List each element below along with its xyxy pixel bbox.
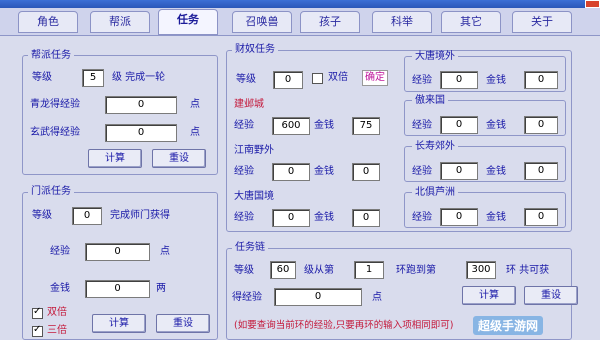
tab-task[interactable]: 任务 — [158, 9, 218, 35]
jianye-money-input[interactable]: 75 — [352, 117, 380, 135]
gang-reset-button[interactable]: 重设 — [152, 149, 206, 168]
chain-task-title: 任务链 — [232, 242, 268, 254]
datang-guojing-title: 大唐国境 — [234, 191, 274, 202]
changshou-exp-input[interactable]: 0 — [440, 162, 478, 180]
beiju-exp-label: 经验 — [412, 212, 432, 223]
sect-money-input[interactable]: 0 — [85, 280, 150, 298]
close-button[interactable] — [585, 0, 600, 8]
jiangnan-title: 江南野外 — [234, 145, 274, 156]
bandit-level-label: 等级 — [236, 74, 256, 85]
bandit-double-checkbox[interactable] — [312, 73, 323, 84]
tab-summon[interactable]: 召唤兽 — [232, 11, 292, 33]
triple-checkbox[interactable] — [32, 324, 43, 337]
changshou-exp-label: 经验 — [412, 166, 432, 177]
datang-jingwai-title: 大唐境外 — [412, 51, 458, 63]
chain-to-label: 环跑到第 — [396, 265, 436, 276]
title-bar — [0, 0, 600, 8]
aolai-exp-input[interactable]: 0 — [440, 116, 478, 134]
chain-to-input[interactable]: 300 — [466, 261, 496, 279]
jiangnan-money-input[interactable]: 0 — [352, 163, 380, 181]
gang-calc-button[interactable]: 计算 — [88, 149, 142, 168]
tab-gang[interactable]: 帮派 — [90, 11, 150, 33]
sect-exp-unit: 点 — [160, 246, 170, 257]
chain-from-input[interactable]: 1 — [354, 261, 384, 279]
chain-get-exp-unit: 点 — [372, 292, 382, 303]
tab-role[interactable]: 角色 — [18, 11, 78, 33]
sect-money-label: 金钱 — [50, 283, 70, 294]
beiju-money-input[interactable]: 0 — [524, 208, 558, 226]
tab-other[interactable]: 其它 — [441, 11, 501, 33]
double-label: 双倍 — [47, 307, 67, 318]
tab-about[interactable]: 关于 — [512, 11, 572, 33]
datang-guojing-exp-label: 经验 — [234, 212, 254, 223]
sect-money-unit: 两 — [156, 283, 166, 294]
tab-child[interactable]: 孩子 — [300, 11, 360, 33]
chain-get-exp-label: 得经验 — [232, 292, 262, 303]
chain-note: (如要查询当前环的经验,只要再环的输入项相同即可) — [234, 320, 454, 331]
beiju-title: 北俱芦洲 — [412, 187, 458, 199]
datang-jingwai-exp-input[interactable]: 0 — [440, 71, 478, 89]
xuanwu-exp-label: 玄武得经验 — [30, 127, 80, 138]
datang-guojing-exp-input[interactable]: 0 — [272, 209, 310, 227]
triple-label: 三倍 — [47, 325, 67, 336]
aolai-money-input[interactable]: 0 — [524, 116, 558, 134]
xuanwu-exp-unit: 点 — [190, 127, 200, 138]
sect-task-title: 门派任务 — [28, 186, 74, 198]
xuanwu-exp-input[interactable]: 0 — [105, 124, 177, 142]
sect-level-suffix: 完成师门获得 — [110, 210, 170, 221]
sect-exp-label: 经验 — [50, 246, 70, 257]
bandit-confirm-button[interactable]: 确定 — [362, 70, 388, 86]
sect-level-input[interactable]: 0 — [72, 207, 102, 225]
sect-level-label: 等级 — [32, 210, 52, 221]
chain-calc-button[interactable]: 计算 — [462, 286, 516, 305]
aolai-title: 傲来国 — [412, 95, 448, 107]
qinglong-exp-label: 青龙得经验 — [30, 99, 80, 110]
qinglong-exp-unit: 点 — [190, 99, 200, 110]
tab-exam[interactable]: 科举 — [372, 11, 432, 33]
sect-calc-button[interactable]: 计算 — [92, 314, 146, 333]
changshou-money-label: 金钱 — [486, 166, 506, 177]
bandit-double-label: 双倍 — [328, 72, 348, 83]
datang-jingwai-money-label: 金钱 — [486, 75, 506, 86]
aolai-exp-label: 经验 — [412, 120, 432, 131]
chain-reset-button[interactable]: 重设 — [524, 286, 578, 305]
jianye-money-label: 金钱 — [314, 120, 334, 131]
changshou-money-input[interactable]: 0 — [524, 162, 558, 180]
sect-reset-button[interactable]: 重设 — [156, 314, 210, 333]
datang-guojing-money-label: 金钱 — [314, 212, 334, 223]
changshou-title: 长寿郊外 — [412, 141, 458, 153]
chain-get-exp-input[interactable]: 0 — [274, 288, 362, 306]
bandit-task-title: 财奴任务 — [232, 44, 278, 56]
gang-level-label: 等级 — [32, 72, 52, 83]
jiangnan-exp-label: 经验 — [234, 166, 254, 177]
sect-exp-input[interactable]: 0 — [85, 243, 150, 261]
jianye-exp-label: 经验 — [234, 120, 254, 131]
bandit-level-input[interactable]: 0 — [273, 71, 303, 89]
qinglong-exp-input[interactable]: 0 — [105, 96, 177, 114]
double-checkbox[interactable] — [32, 306, 43, 319]
chain-from-label: 级从第 — [304, 265, 334, 276]
gang-task-title: 帮派任务 — [28, 50, 74, 62]
datang-jingwai-money-input[interactable]: 0 — [524, 71, 558, 89]
gang-level-input[interactable]: 5 — [82, 69, 104, 87]
datang-jingwai-exp-label: 经验 — [412, 75, 432, 86]
aolai-money-label: 金钱 — [486, 120, 506, 131]
beiju-money-label: 金钱 — [486, 212, 506, 223]
tab-bar: 角色 帮派 任务 召唤兽 孩子 科举 其它 关于 — [0, 8, 600, 36]
chain-level-input[interactable]: 60 — [270, 261, 296, 279]
gang-level-suffix: 级 完成一轮 — [112, 72, 166, 83]
jianye-exp-input[interactable]: 600 — [272, 117, 310, 135]
watermark-logo: 超级手游网 — [473, 316, 544, 335]
beiju-exp-input[interactable]: 0 — [440, 208, 478, 226]
jianye-title: 建邺城 — [234, 99, 264, 110]
jiangnan-exp-input[interactable]: 0 — [272, 163, 310, 181]
jiangnan-money-label: 金钱 — [314, 166, 334, 177]
datang-guojing-money-input[interactable]: 0 — [352, 209, 380, 227]
chain-level-label: 等级 — [234, 265, 254, 276]
chain-total-label: 环 共可获 — [506, 265, 550, 276]
